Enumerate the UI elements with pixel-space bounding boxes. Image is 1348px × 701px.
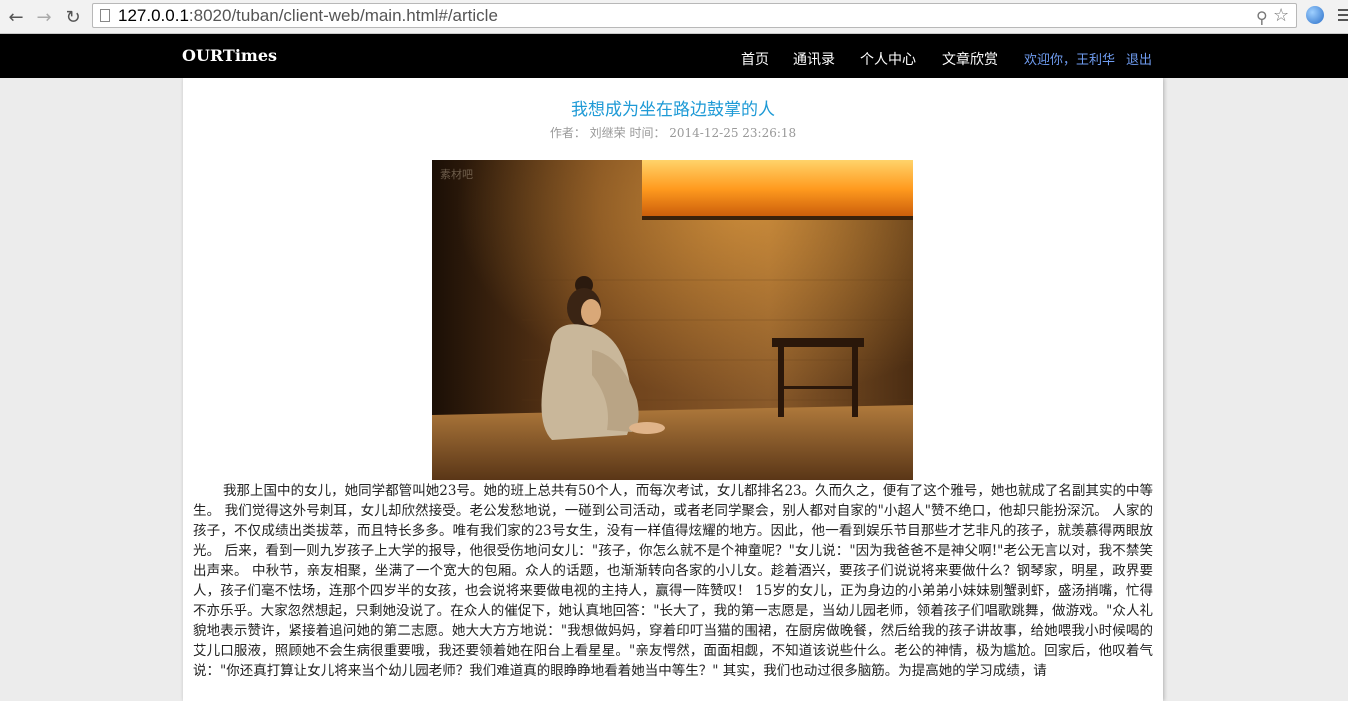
extension-icon[interactable]: ⚲ — [1256, 8, 1268, 27]
article-meta: 作者： 刘继荣 时间： 2014-12-25 23:26:18 — [549, 126, 797, 140]
article-panel: 我想成为坐在路边鼓掌的人 作者： 刘继荣 时间： 2014-12-25 23:2… — [183, 78, 1163, 701]
brand-logo[interactable]: OURTimes — [182, 46, 277, 65]
site-navbar: OURTimes 首页 通讯录 个人中心 文章欣赏 欢迎你，王利华 退出 — [0, 34, 1348, 78]
nav-contacts[interactable]: 通讯录 — [793, 49, 835, 69]
nav-profile[interactable]: 个人中心 — [860, 49, 916, 69]
url-host: 127.0.0.1 — [118, 6, 189, 25]
article-body: 我那上国中的女儿，她同学都管叫她23号。她的班上总共有50个人，而每次考试，女儿… — [193, 483, 1153, 679]
globe-icon[interactable] — [1306, 6, 1324, 24]
article-photo: 素材吧 — [432, 160, 913, 480]
nav-articles[interactable]: 文章欣赏 — [942, 49, 998, 69]
page-icon — [100, 9, 110, 22]
reload-icon[interactable]: ↻ — [62, 6, 84, 28]
bookmark-star-icon[interactable]: ☆ — [1273, 5, 1289, 26]
logout-link[interactable]: 退出 — [1126, 49, 1152, 68]
url-text: 127.0.0.1:8020/tuban/client-web/main.htm… — [118, 6, 498, 26]
browser-toolbar: ← → ↻ 127.0.0.1:8020/tuban/client-web/ma… — [0, 0, 1348, 34]
url-path: :8020/tuban/client-web/main.html#/articl… — [188, 6, 498, 25]
article-title: 我想成为坐在路边鼓掌的人 — [571, 100, 775, 120]
photo-watermark: 素材吧 — [440, 167, 473, 181]
forward-arrow-icon[interactable]: → — [33, 6, 55, 28]
address-bar[interactable]: 127.0.0.1:8020/tuban/client-web/main.htm… — [92, 3, 1297, 28]
back-arrow-icon[interactable]: ← — [5, 6, 27, 28]
nav-home[interactable]: 首页 — [741, 49, 769, 69]
menu-icon[interactable] — [1338, 6, 1348, 24]
welcome-text: 欢迎你，王利华 — [1024, 53, 1116, 68]
